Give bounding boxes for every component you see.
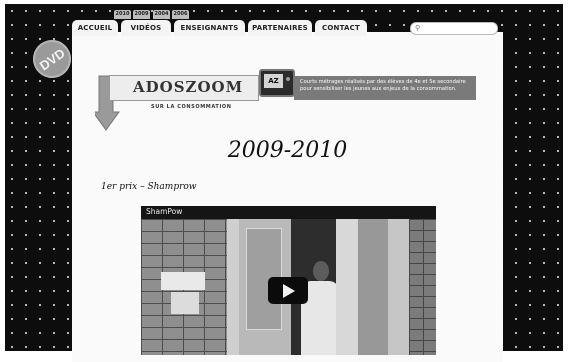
tagline-line-2: pour sensibiliser les jeunes aux enjeux … bbox=[300, 86, 457, 92]
year-tag-2006[interactable]: 2006 bbox=[172, 10, 189, 19]
site-logo[interactable]: ADOSZOOM bbox=[133, 78, 243, 96]
site-banner: ADOSZOOM SUR LA CONSOMMATION AZ Courts m… bbox=[95, 62, 485, 132]
video-title-bar: ShamPow bbox=[141, 206, 436, 219]
play-icon bbox=[283, 284, 295, 298]
video-scene-wall-right bbox=[358, 219, 388, 355]
video-title[interactable]: ShamPow bbox=[146, 207, 182, 216]
tab-partenaires[interactable]: PARTENAIRES bbox=[248, 20, 312, 36]
tab-contact[interactable]: CONTACT bbox=[315, 20, 367, 36]
video-scene-brick bbox=[409, 219, 436, 355]
tagline-line-1: Courts métrages réalisés par des élèves … bbox=[300, 79, 466, 85]
search-input[interactable]: ⚲ bbox=[410, 22, 498, 35]
video-scene-door-frame bbox=[227, 219, 239, 355]
play-button[interactable] bbox=[268, 277, 308, 304]
video-scene-sign bbox=[161, 272, 205, 290]
season-heading: 2009-2010 bbox=[227, 138, 348, 163]
prize-label: 1er prix – Shamprow bbox=[101, 182, 197, 192]
year-tag-2004[interactable]: 2004 bbox=[153, 10, 170, 19]
video-scene-head bbox=[313, 261, 329, 281]
logo-subtitle: SUR LA CONSOMMATION bbox=[151, 104, 232, 110]
tagline-ribbon: Courts métrages réalisés par des élèves … bbox=[294, 76, 476, 100]
year-tag-2010[interactable]: 2010 bbox=[114, 10, 131, 19]
tv-knob bbox=[286, 77, 290, 81]
search-icon: ⚲ bbox=[415, 24, 421, 32]
tab-enseignants[interactable]: ENSEIGNANTS bbox=[174, 20, 245, 36]
tv-label: AZ bbox=[264, 74, 283, 88]
video-scene-frame bbox=[336, 219, 358, 355]
video-scene-sign-2 bbox=[171, 292, 199, 314]
tab-videos[interactable]: VIDÉOS bbox=[121, 20, 171, 36]
tv-icon: AZ bbox=[259, 69, 295, 97]
year-tag-2009[interactable]: 2009 bbox=[133, 10, 150, 19]
video-player[interactable]: ShamPow bbox=[141, 206, 436, 355]
tab-accueil[interactable]: ACCUEIL bbox=[72, 20, 118, 36]
